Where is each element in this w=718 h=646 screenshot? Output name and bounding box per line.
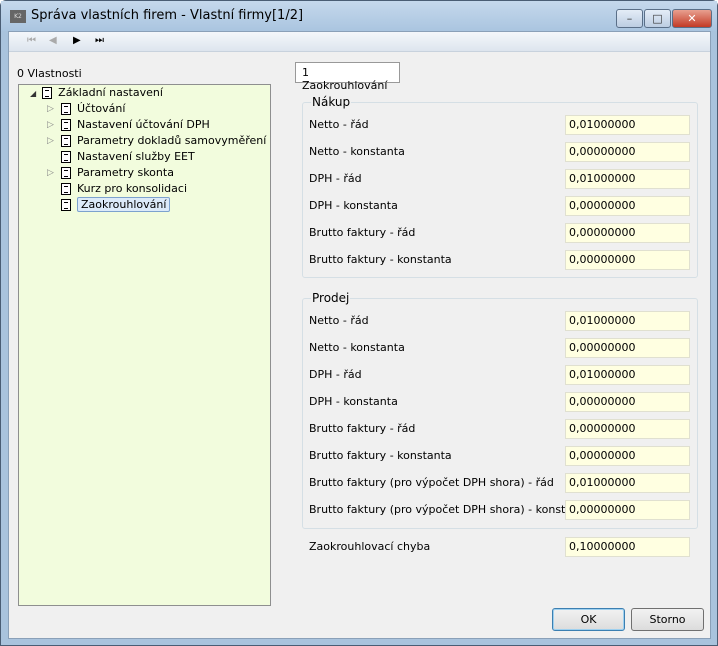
cancel-button[interactable]: Storno bbox=[631, 608, 704, 631]
form-row: Netto - konstanta 0,00000000 bbox=[309, 338, 691, 358]
tree-item-label: Účtování bbox=[77, 102, 126, 115]
prev-record-icon[interactable]: ◀ bbox=[49, 35, 57, 46]
field-label: Netto - řád bbox=[309, 118, 369, 131]
tree-item-label: Nastavení účtování DPH bbox=[77, 118, 210, 131]
maximize-button[interactable]: □ bbox=[644, 9, 671, 28]
value-input[interactable]: 0,01000000 bbox=[565, 473, 690, 493]
field-label: DPH - řád bbox=[309, 172, 362, 185]
close-button[interactable]: ✕ bbox=[672, 9, 712, 28]
field-label: Brutto faktury (pro výpočet DPH shora) -… bbox=[309, 476, 554, 489]
app-icon: K2 bbox=[10, 10, 26, 23]
tree-item[interactable]: Kurz pro konsolidaci bbox=[49, 181, 187, 197]
tree-item[interactable]: ▷ Účtování bbox=[47, 101, 126, 117]
form-row: Brutto faktury - konstanta 0,00000000 bbox=[309, 250, 691, 270]
first-record-icon[interactable]: ⏮ bbox=[27, 35, 36, 46]
document-icon bbox=[61, 135, 71, 147]
value-input[interactable]: 0,00000000 bbox=[565, 196, 690, 216]
field-label: Brutto faktury (pro výpočet DPH shora) -… bbox=[309, 503, 591, 516]
value-input[interactable]: 0,00000000 bbox=[565, 446, 690, 466]
document-icon bbox=[61, 151, 71, 163]
tab-zaokrouhlovani[interactable]: 1 Zaokrouhlování bbox=[295, 62, 400, 92]
prodej-title: Prodej bbox=[311, 291, 351, 305]
window-title: Správa vlastních firem - Vlastní firmy[1… bbox=[31, 8, 304, 23]
properties-tree[interactable]: ◢ Základní nastavení ▷ Účtování ▷ Nastavení … bbox=[18, 84, 271, 606]
document-icon bbox=[61, 119, 71, 131]
value-input[interactable]: 0,00000000 bbox=[565, 142, 690, 162]
document-icon bbox=[61, 103, 71, 115]
form-row: Netto - řád 0,01000000 bbox=[309, 311, 691, 331]
tree-item-label: Zaokrouhlování bbox=[77, 197, 171, 212]
field-label: Brutto faktury - konstanta bbox=[309, 449, 452, 462]
form-row: Zaokrouhlovací chyba 0,10000000 bbox=[309, 537, 691, 557]
properties-label: 0 Vlastnosti bbox=[17, 67, 82, 80]
field-label: DPH - konstanta bbox=[309, 199, 398, 212]
minimize-button[interactable]: – bbox=[616, 9, 643, 28]
tree-item-label: Parametry skonta bbox=[77, 166, 174, 179]
form-row: DPH - řád 0,01000000 bbox=[309, 365, 691, 385]
form-row: DPH - konstanta 0,00000000 bbox=[309, 196, 691, 216]
form-row: DPH - řád 0,01000000 bbox=[309, 169, 691, 189]
form-row: Netto - konstanta 0,00000000 bbox=[309, 142, 691, 162]
document-icon bbox=[42, 87, 53, 99]
document-icon bbox=[61, 183, 71, 195]
field-label: Brutto faktury - řád bbox=[309, 422, 416, 435]
document-icon bbox=[61, 167, 71, 179]
nakup-title: Nákup bbox=[311, 95, 352, 109]
ok-button[interactable]: OK bbox=[552, 608, 625, 631]
tree-root[interactable]: ◢ Základní nastavení bbox=[30, 85, 163, 101]
prodej-group: Prodej bbox=[302, 291, 698, 529]
form-row: Brutto faktury (pro výpočet DPH shora) -… bbox=[309, 473, 691, 493]
last-record-icon[interactable]: ⏭ bbox=[95, 35, 104, 46]
expand-icon[interactable]: ▷ bbox=[47, 117, 54, 133]
tree-item-label: Parametry dokladů samovyměření bbox=[77, 134, 267, 147]
value-input[interactable]: 0,01000000 bbox=[565, 311, 690, 331]
value-input[interactable]: 0,00000000 bbox=[565, 250, 690, 270]
tree-root-label: Základní nastavení bbox=[58, 86, 163, 99]
value-input[interactable]: 0,10000000 bbox=[565, 537, 690, 557]
expand-icon[interactable]: ▷ bbox=[47, 133, 54, 149]
expand-icon[interactable]: ▷ bbox=[47, 101, 54, 117]
form-row: Brutto faktury - řád 0,00000000 bbox=[309, 223, 691, 243]
form-row: Brutto faktury (pro výpočet DPH shora) -… bbox=[309, 500, 691, 520]
tree-item[interactable]: Nastavení služby EET bbox=[49, 149, 195, 165]
expand-icon[interactable]: ▷ bbox=[47, 165, 54, 181]
tree-item[interactable]: ▷ Parametry dokladů samovyměření bbox=[47, 133, 267, 149]
field-label: DPH - řád bbox=[309, 368, 362, 381]
value-input[interactable]: 0,01000000 bbox=[565, 115, 690, 135]
field-label: Netto - konstanta bbox=[309, 145, 405, 158]
form-row: Netto - řád 0,01000000 bbox=[309, 115, 691, 135]
field-label: Netto - řád bbox=[309, 314, 369, 327]
tree-item[interactable]: ▷ Nastavení účtování DPH bbox=[47, 117, 210, 133]
form-row: Brutto faktury - konstanta 0,00000000 bbox=[309, 446, 691, 466]
form-row: Brutto faktury - řád 0,00000000 bbox=[309, 419, 691, 439]
value-input[interactable]: 0,00000000 bbox=[565, 500, 690, 520]
title-bar: K2 Správa vlastních firem - Vlastní firm… bbox=[1, 1, 717, 31]
document-icon bbox=[61, 199, 71, 211]
tree-item[interactable]: ▷ Parametry skonta bbox=[47, 165, 174, 181]
value-input[interactable]: 0,01000000 bbox=[565, 365, 690, 385]
client-area: ⏮ ◀ ▶ ⏭ 0 Vlastnosti ◢ Základní nastavení… bbox=[8, 31, 711, 639]
field-label: Brutto faktury - konstanta bbox=[309, 253, 452, 266]
window: K2 Správa vlastních firem - Vlastní firm… bbox=[0, 0, 718, 646]
next-record-icon[interactable]: ▶ bbox=[73, 35, 81, 46]
field-label: Netto - konstanta bbox=[309, 341, 405, 354]
tree-item[interactable]: Zaokrouhlování bbox=[49, 197, 171, 213]
value-input[interactable]: 0,00000000 bbox=[565, 338, 690, 358]
field-label: DPH - konstanta bbox=[309, 395, 398, 408]
value-input[interactable]: 0,00000000 bbox=[565, 419, 690, 439]
field-label: Brutto faktury - řád bbox=[309, 226, 416, 239]
value-input[interactable]: 0,01000000 bbox=[565, 169, 690, 189]
value-input[interactable]: 0,00000000 bbox=[565, 223, 690, 243]
value-input[interactable]: 0,00000000 bbox=[565, 392, 690, 412]
collapse-icon[interactable]: ◢ bbox=[30, 89, 36, 98]
tree-item-label: Kurz pro konsolidaci bbox=[77, 182, 187, 195]
toolbar: ⏮ ◀ ▶ ⏭ bbox=[9, 32, 710, 52]
form-row: DPH - konstanta 0,00000000 bbox=[309, 392, 691, 412]
tree-item-label: Nastavení služby EET bbox=[77, 150, 195, 163]
field-label: Zaokrouhlovací chyba bbox=[309, 540, 431, 553]
